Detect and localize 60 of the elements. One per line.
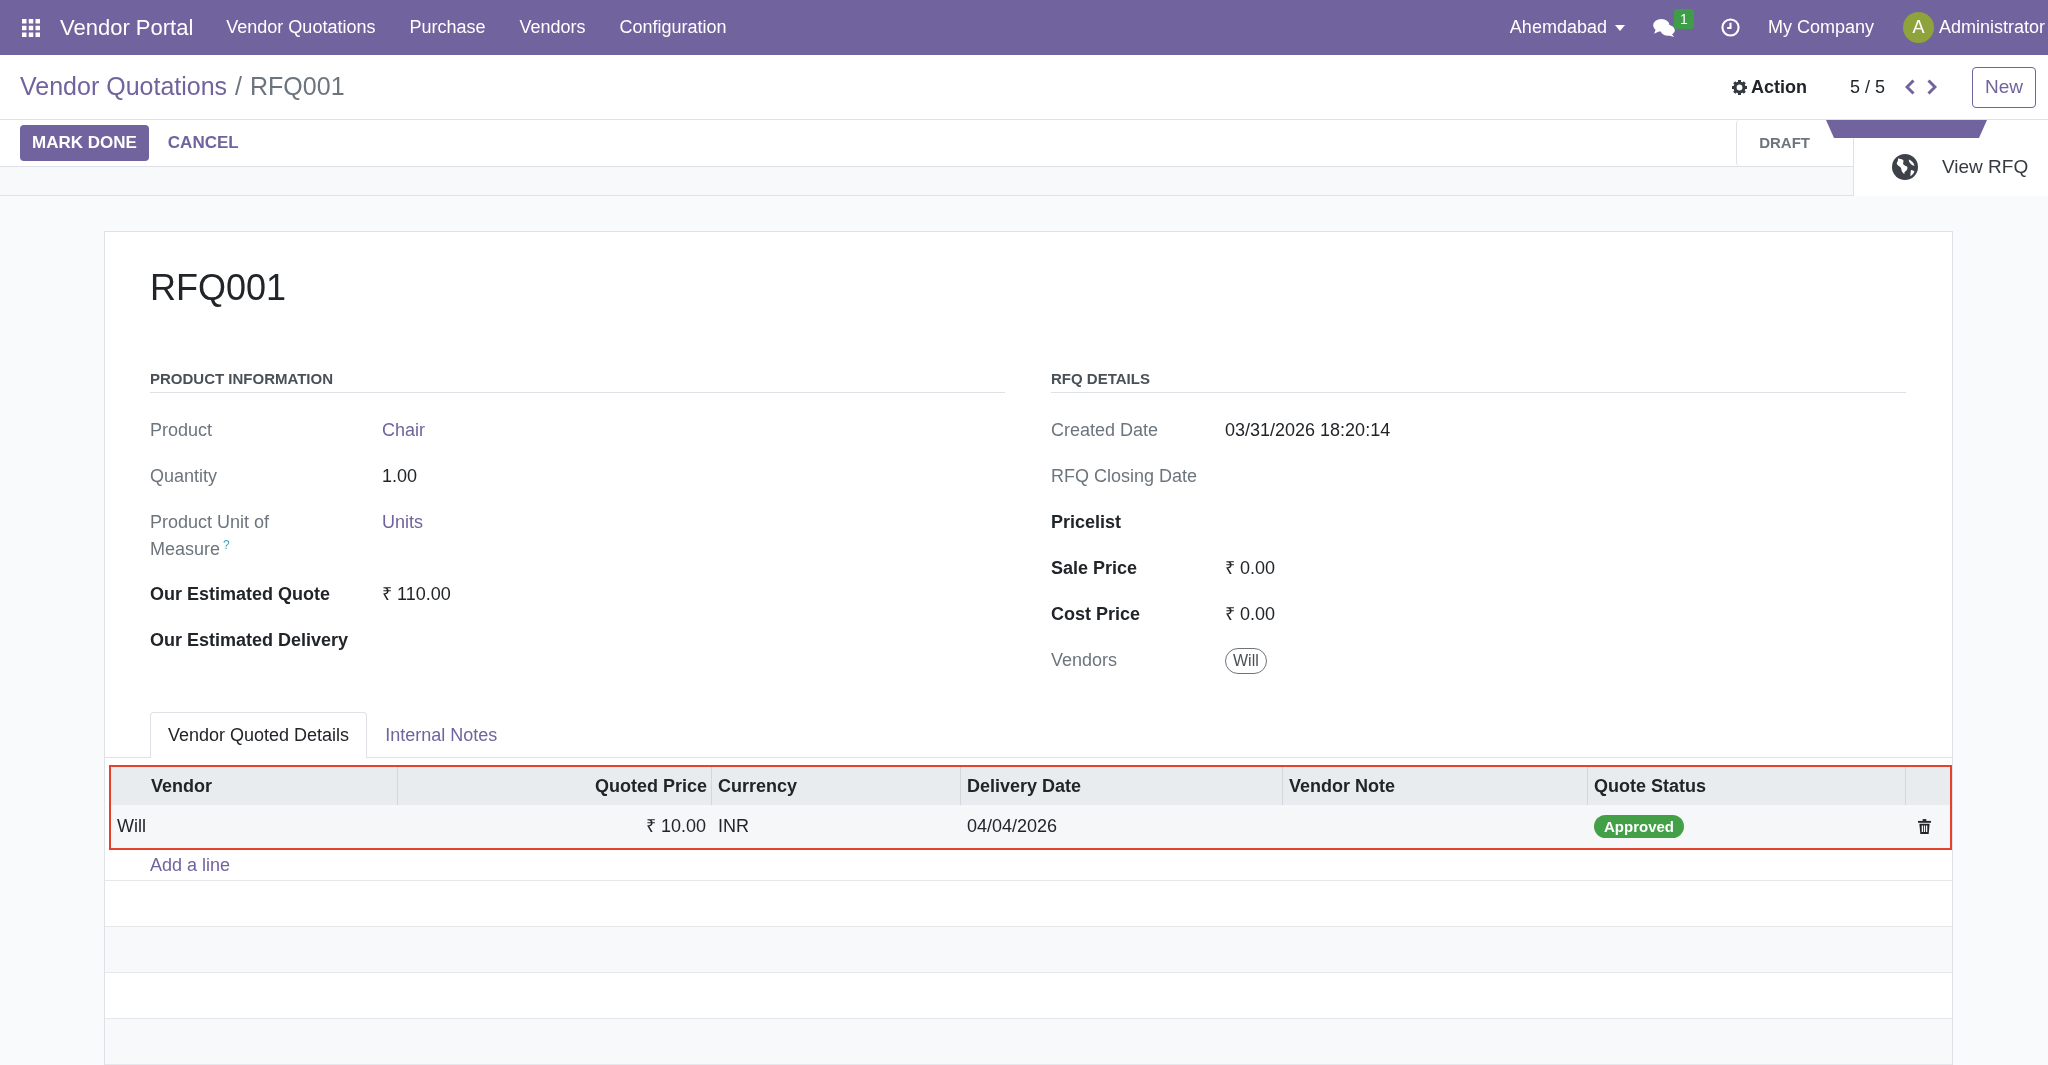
add-line-link[interactable]: Add a line: [150, 851, 231, 879]
field-label: Vendors: [1051, 650, 1118, 670]
chat-bubbles-icon[interactable]: [1652, 18, 1675, 37]
tab[interactable]: Vendor Quoted Details: [150, 712, 368, 758]
caret-icon: [1614, 24, 1625, 31]
menu-item[interactable]: Configuration: [602, 14, 744, 41]
user-name[interactable]: Administrator: [1938, 14, 2045, 41]
field-value: ₹ 110.00: [382, 584, 451, 604]
field-label: Product Unit of Measure$^{?}$: [150, 512, 270, 559]
field-label: Sale Price: [1051, 558, 1138, 578]
table-cell-text: ₹ 10.00: [644, 815, 707, 838]
pager-value[interactable]: 5 / 5: [1849, 73, 1885, 101]
mark-done-button[interactable]: MARK DONE: [20, 125, 149, 161]
menu-item[interactable]: Vendors: [502, 14, 603, 41]
field-label: Product: [150, 420, 213, 440]
field-value: 1.00: [382, 466, 418, 486]
chevron-left-icon: [1905, 79, 1915, 95]
gear-icon: [1731, 79, 1747, 95]
brand-link[interactable]: Vendor Portal: [60, 11, 194, 44]
table-cell-text: Will: [116, 815, 147, 838]
table-cell-text: 04/04/2026: [966, 815, 1059, 838]
status-stage[interactable]: [1826, 120, 1987, 138]
section-heading: RFQ DETAILS: [1051, 369, 1906, 393]
tab[interactable]: Internal Notes: [367, 712, 516, 758]
company-name[interactable]: My Company: [1767, 14, 1874, 41]
globe-icon: [1892, 154, 1918, 180]
trash-icon: [1918, 819, 1931, 834]
view-rfq-button[interactable]: View RFQ: [1853, 138, 2048, 196]
breadcrumb-separator: /: [235, 71, 243, 103]
message-count-badge: 1: [1673, 8, 1694, 29]
record-title: RFQ001: [150, 266, 288, 309]
table-row[interactable]: Will ₹ 10.00 INR 04/04/2026 Approved: [111, 805, 1950, 848]
field-label: Created Date: [1051, 420, 1159, 440]
company-switcher[interactable]: Ahemdabad: [1509, 14, 1625, 41]
field-value: 03/31/2026 18:20:14: [1225, 420, 1391, 440]
action-menu-button[interactable]: Action: [1731, 73, 1807, 101]
delete-row-button[interactable]: [1918, 819, 1931, 834]
table-cell-text: INR: [717, 815, 750, 838]
field-label: Our Estimated Delivery: [150, 630, 349, 650]
breadcrumb-current: RFQ001: [250, 71, 345, 103]
field-link[interactable]: Chair: [382, 420, 425, 440]
clock-icon[interactable]: [1720, 18, 1740, 37]
field-label: Cost Price: [1051, 604, 1141, 624]
section-heading: PRODUCT INFORMATION: [150, 369, 1005, 393]
field-label: Quantity: [150, 466, 218, 486]
new-button[interactable]: New: [1972, 66, 2036, 108]
field-value: ₹ 0.00: [1225, 558, 1276, 578]
field-label: Our Estimated Quote: [150, 584, 331, 604]
menu-item[interactable]: Purchase: [392, 14, 503, 41]
field-label: Pricelist: [1051, 512, 1122, 532]
user-avatar[interactable]: A: [1902, 12, 1934, 43]
cancel-button[interactable]: CANCEL: [158, 125, 248, 161]
chevron-right-icon: [1927, 79, 1937, 95]
field-value: ₹ 0.00: [1225, 604, 1276, 624]
breadcrumb-link[interactable]: Vendor Quotations: [20, 68, 228, 106]
field-link[interactable]: Units: [382, 512, 423, 532]
field-label: RFQ Closing Date: [1051, 466, 1198, 486]
apps-menu-icon[interactable]: [22, 18, 40, 37]
menu-item[interactable]: Vendor Quotations: [209, 14, 393, 41]
status-badge: Approved: [1594, 815, 1684, 838]
